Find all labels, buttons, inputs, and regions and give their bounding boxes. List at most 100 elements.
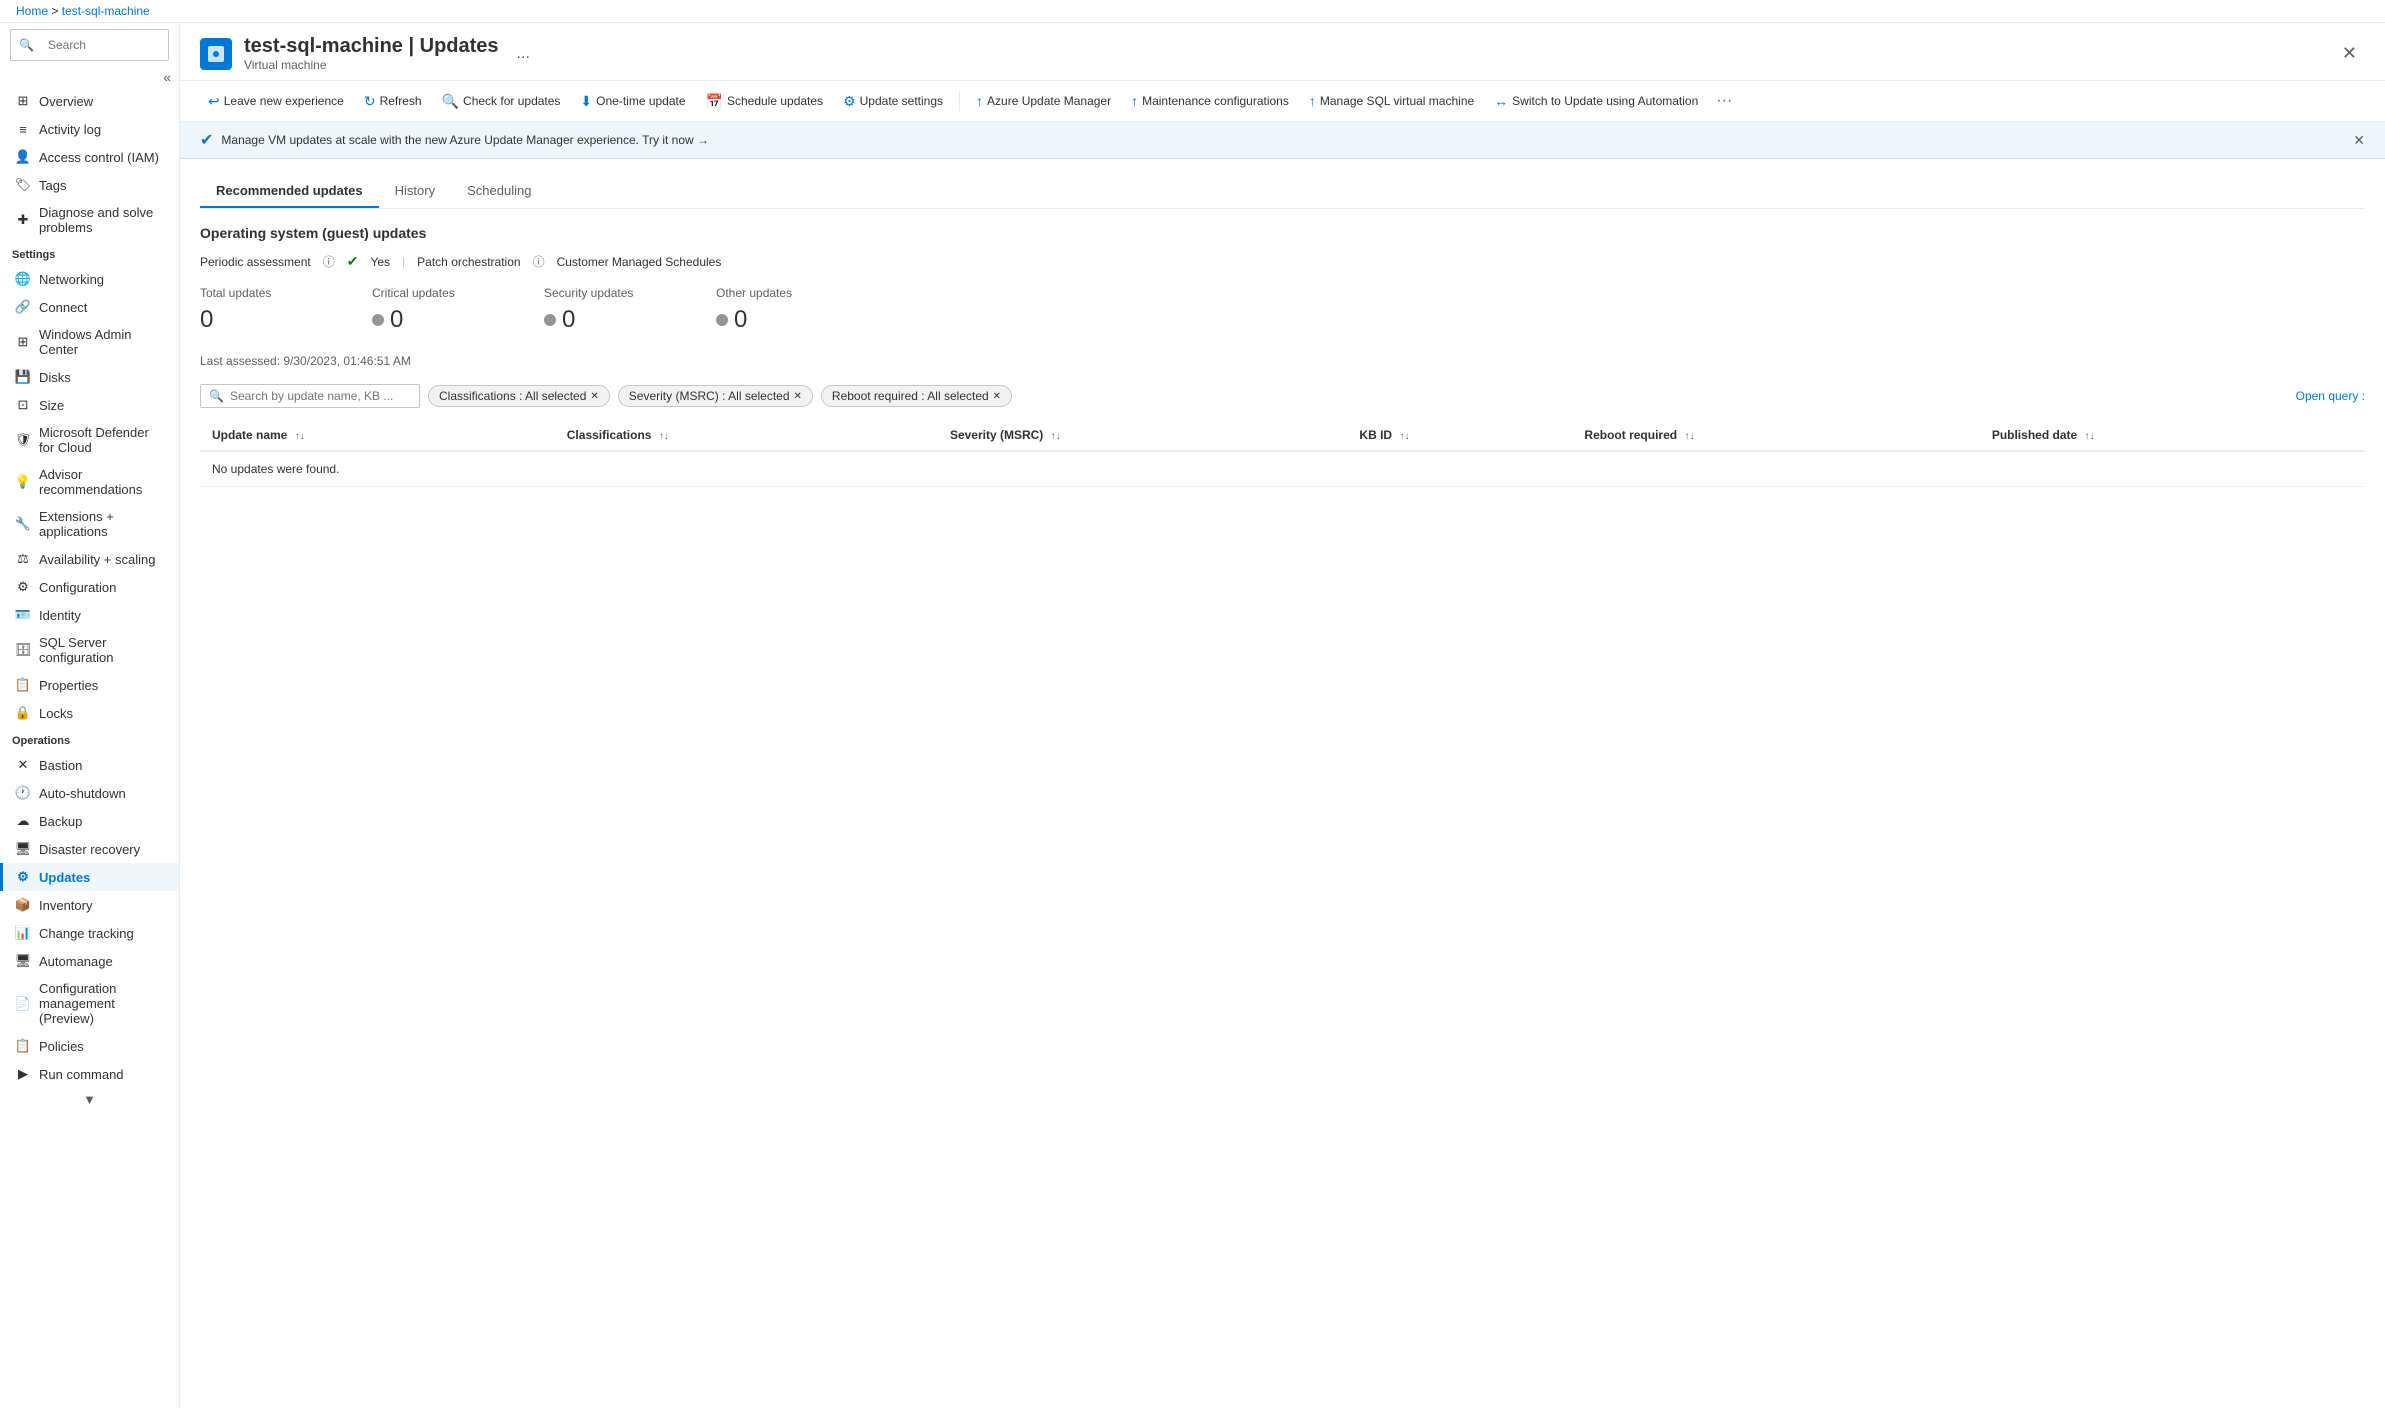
sidebar: 🔍 « ⊞ Overview ≡ Activity log 👤 Acce xyxy=(0,23,180,1408)
refresh-button[interactable]: ↻ Refresh xyxy=(356,88,430,115)
schedule-updates-icon: 📅 xyxy=(706,93,723,110)
sidebar-item-backup[interactable]: ☁ Backup xyxy=(0,807,179,835)
identity-icon: 🪪 xyxy=(15,607,31,623)
sidebar-item-auto-shutdown[interactable]: 🕐 Auto-shutdown xyxy=(0,779,179,807)
sort-icon-severity: ↑↓ xyxy=(1051,431,1061,442)
tab-scheduling[interactable]: Scheduling xyxy=(451,175,547,208)
leave-new-experience-button[interactable]: ↩ Leave new experience xyxy=(200,88,352,115)
sidebar-item-policies[interactable]: 📋 Policies xyxy=(0,1032,179,1060)
other-updates-value: 0 xyxy=(716,306,856,334)
sidebar-item-extensions-applications[interactable]: 🔧 Extensions + applications xyxy=(0,503,179,545)
sidebar-item-configuration[interactable]: ⚙ Configuration xyxy=(0,573,179,601)
sidebar-item-availability-scaling[interactable]: ⚖ Availability + scaling xyxy=(0,545,179,573)
page-title-more-button[interactable]: ... xyxy=(511,40,536,68)
col-kb-id[interactable]: KB ID ↑↓ xyxy=(1347,420,1572,451)
sidebar-section-settings: Settings 🌐 Networking 🔗 Connect ⊞ Window… xyxy=(0,241,179,727)
col-update-name[interactable]: Update name ↑↓ xyxy=(200,420,555,451)
sidebar-collapse-button[interactable]: « xyxy=(163,69,171,85)
sidebar-item-identity[interactable]: 🪪 Identity xyxy=(0,601,179,629)
switch-automation-icon: ↔ xyxy=(1494,93,1508,109)
close-button[interactable]: ✕ xyxy=(2334,39,2365,68)
sidebar-item-bastion[interactable]: ✕ Bastion xyxy=(0,751,179,779)
tab-history[interactable]: History xyxy=(379,175,451,208)
manage-sql-vm-button[interactable]: ↑ Manage SQL virtual machine xyxy=(1301,88,1482,114)
severity-filter-icon: ✕ xyxy=(794,391,802,402)
sidebar-label-advisor: Advisor recommendations xyxy=(39,467,167,497)
reboot-filter[interactable]: Reboot required : All selected ✕ xyxy=(821,385,1012,407)
sidebar-label-configuration: Configuration xyxy=(39,580,116,595)
breadcrumb-home[interactable]: Home xyxy=(16,4,48,18)
diagnose-icon: ✚ xyxy=(15,212,31,228)
sidebar-label-policies: Policies xyxy=(39,1039,84,1054)
sidebar-item-advisor-recommendations[interactable]: 💡 Advisor recommendations xyxy=(0,461,179,503)
sidebar-item-configuration-management[interactable]: 📄 Configuration management (Preview) xyxy=(0,975,179,1032)
properties-icon: 📋 xyxy=(15,677,31,693)
sidebar-label-disks: Disks xyxy=(39,370,71,385)
severity-filter[interactable]: Severity (MSRC) : All selected ✕ xyxy=(618,385,813,407)
schedule-updates-button[interactable]: 📅 Schedule updates xyxy=(698,88,832,115)
sidebar-item-updates[interactable]: ⚙ Updates xyxy=(0,863,179,891)
banner-text: Manage VM updates at scale with the new … xyxy=(221,133,709,147)
sidebar-item-size[interactable]: ⊡ Size xyxy=(0,391,179,419)
sidebar-item-connect[interactable]: 🔗 Connect xyxy=(0,293,179,321)
page-title: test-sql-machine | Updates xyxy=(244,35,499,58)
main-content: test-sql-machine | Updates Virtual machi… xyxy=(180,23,2385,1408)
sidebar-item-overview[interactable]: ⊞ Overview xyxy=(0,87,179,115)
sidebar-item-sql-server-configuration[interactable]: 🗄 SQL Server configuration xyxy=(0,629,179,671)
sidebar-item-networking[interactable]: 🌐 Networking xyxy=(0,265,179,293)
sidebar-item-windows-admin-center[interactable]: ⊞ Windows Admin Center xyxy=(0,321,179,363)
banner-close-button[interactable]: ✕ xyxy=(2353,132,2365,149)
sidebar-item-microsoft-defender[interactable]: 🛡 Microsoft Defender for Cloud xyxy=(0,419,179,461)
tabs-container: Recommended updates History Scheduling xyxy=(200,175,2365,209)
sidebar-item-diagnose[interactable]: ✚ Diagnose and solve problems xyxy=(0,199,179,241)
sidebar-label-automanage: Automanage xyxy=(39,954,113,969)
sidebar-item-locks[interactable]: 🔒 Locks xyxy=(0,699,179,727)
one-time-update-button[interactable]: ⬇ One-time update xyxy=(572,88,693,115)
sidebar-label-inventory: Inventory xyxy=(39,898,92,913)
sidebar-item-run-command[interactable]: ▶ Run command xyxy=(0,1060,179,1088)
sidebar-item-activity-log[interactable]: ≡ Activity log xyxy=(0,115,179,143)
sidebar-label-updates: Updates xyxy=(39,870,90,885)
sidebar-label-properties: Properties xyxy=(39,678,98,693)
azure-update-manager-button[interactable]: ↑ Azure Update Manager xyxy=(968,88,1119,114)
sidebar-label-microsoft-defender: Microsoft Defender for Cloud xyxy=(39,425,167,455)
bastion-icon: ✕ xyxy=(15,757,31,773)
switch-to-automation-button[interactable]: ↔ Switch to Update using Automation xyxy=(1486,88,1706,114)
sidebar-item-properties[interactable]: 📋 Properties xyxy=(0,671,179,699)
other-updates-card: Other updates 0 xyxy=(716,286,856,334)
col-reboot-required[interactable]: Reboot required ↑↓ xyxy=(1572,420,1979,451)
availability-icon: ⚖ xyxy=(15,551,31,567)
sidebar-item-disks[interactable]: 💾 Disks xyxy=(0,363,179,391)
classifications-filter[interactable]: Classifications : All selected ✕ xyxy=(428,385,610,407)
periodic-value: Yes xyxy=(370,255,390,269)
sidebar-item-automanage[interactable]: 🖥 Automanage xyxy=(0,947,179,975)
breadcrumb-vm[interactable]: test-sql-machine xyxy=(62,4,150,18)
configuration-management-icon: 📄 xyxy=(15,996,31,1012)
open-query-link[interactable]: Open query : xyxy=(2296,389,2365,403)
maintenance-configurations-button[interactable]: ↑ Maintenance configurations xyxy=(1123,88,1297,114)
manage-sql-icon: ↑ xyxy=(1309,93,1316,109)
sidebar-scroll-area: ⊞ Overview ≡ Activity log 👤 Access contr… xyxy=(0,87,179,1408)
check-updates-button[interactable]: 🔍 Check for updates xyxy=(434,88,569,115)
update-settings-button[interactable]: ⚙ Update settings xyxy=(835,88,951,115)
sidebar-label-backup: Backup xyxy=(39,814,82,829)
sidebar-item-change-tracking[interactable]: 📊 Change tracking xyxy=(0,919,179,947)
other-updates-label: Other updates xyxy=(716,286,856,300)
backup-icon: ☁ xyxy=(15,813,31,829)
sidebar-item-disaster-recovery[interactable]: 🖥 Disaster recovery xyxy=(0,835,179,863)
sidebar-item-inventory[interactable]: 📦 Inventory xyxy=(0,891,179,919)
page-header-left: test-sql-machine | Updates Virtual machi… xyxy=(200,35,536,72)
sidebar-search-input[interactable] xyxy=(40,34,160,56)
sidebar-label-availability: Availability + scaling xyxy=(39,552,155,567)
no-data-message: No updates were found. xyxy=(200,451,2365,487)
sidebar-item-tags[interactable]: 🏷 Tags xyxy=(0,171,179,199)
col-published-date[interactable]: Published date ↑↓ xyxy=(1980,420,2365,451)
access-control-icon: 👤 xyxy=(15,149,31,165)
sidebar-item-access-control[interactable]: 👤 Access control (IAM) xyxy=(0,143,179,171)
col-classifications[interactable]: Classifications ↑↓ xyxy=(555,420,938,451)
col-severity[interactable]: Severity (MSRC) ↑↓ xyxy=(938,420,1347,451)
critical-updates-label: Critical updates xyxy=(372,286,512,300)
toolbar-more-button[interactable]: ··· xyxy=(1710,87,1738,115)
tab-recommended-updates[interactable]: Recommended updates xyxy=(200,175,379,208)
update-search-input[interactable] xyxy=(230,389,411,403)
